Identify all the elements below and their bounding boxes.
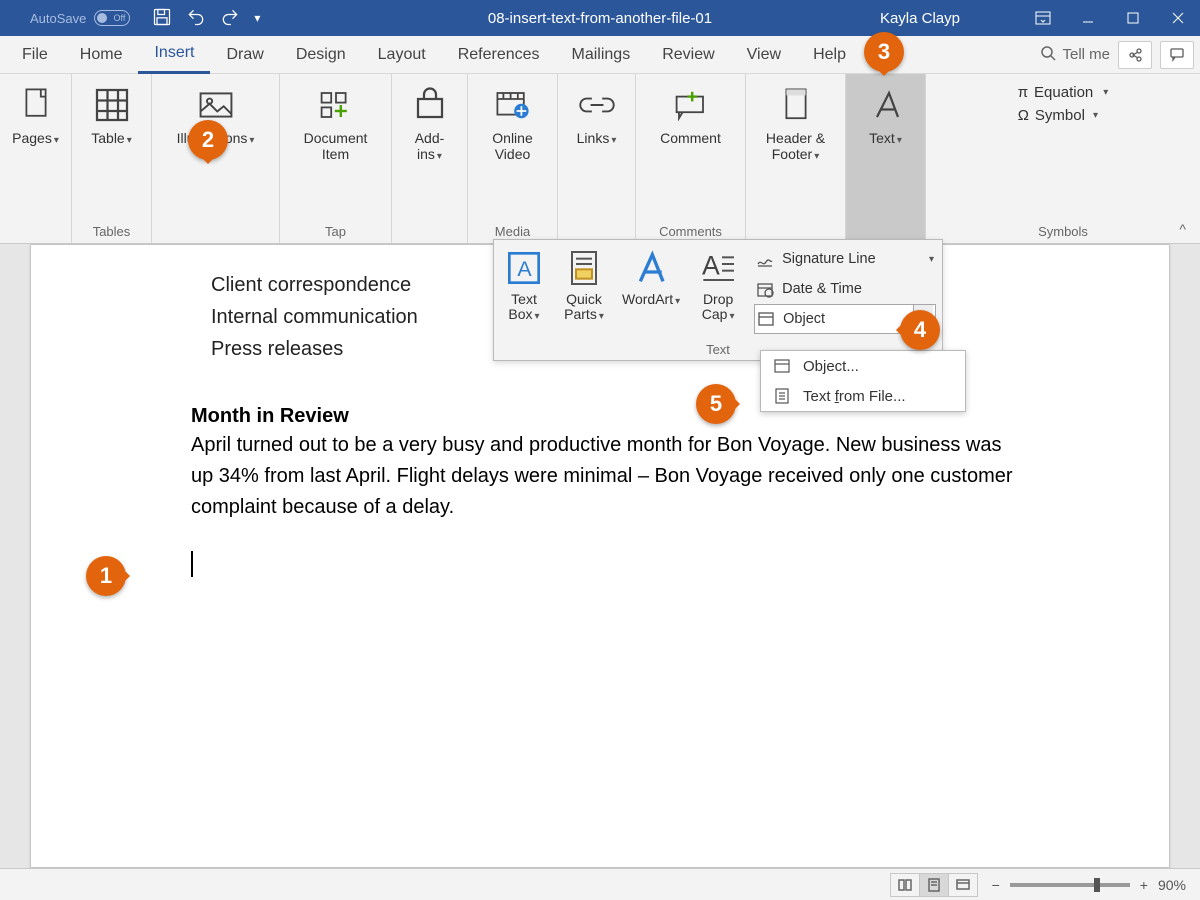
tab-view[interactable]: View bbox=[731, 36, 797, 74]
header-footer-icon bbox=[776, 84, 816, 126]
page-icon bbox=[16, 84, 56, 126]
redo-icon[interactable] bbox=[220, 7, 240, 30]
ribbon-insert: Pages Table Tables Illustrations Documen… bbox=[0, 74, 1200, 244]
equation-icon: π bbox=[1018, 84, 1028, 101]
document-title: 08-insert-text-from-another-file-01 bbox=[488, 10, 712, 27]
read-mode-icon[interactable] bbox=[890, 873, 920, 897]
zoom-out-icon[interactable]: − bbox=[992, 877, 1000, 893]
zoom-level[interactable]: 90% bbox=[1158, 877, 1186, 893]
menu-text-from-file[interactable]: Text from File... bbox=[761, 381, 965, 411]
menu-object[interactable]: Object... bbox=[761, 351, 965, 381]
video-icon bbox=[493, 84, 533, 126]
tab-draw[interactable]: Draw bbox=[210, 36, 279, 74]
zoom-in-icon[interactable]: + bbox=[1140, 877, 1148, 893]
link-icon bbox=[577, 84, 617, 126]
wordart-button[interactable]: WordArt bbox=[614, 240, 688, 338]
tab-home[interactable]: Home bbox=[64, 36, 139, 74]
addins-icon bbox=[410, 84, 450, 126]
close-icon[interactable] bbox=[1155, 0, 1200, 36]
doc-paragraph: April turned out to be a very busy and p… bbox=[191, 430, 1019, 523]
status-bar: − + 90% bbox=[0, 868, 1200, 900]
pages-button[interactable]: Pages bbox=[6, 80, 66, 151]
tab-references[interactable]: References bbox=[442, 36, 556, 74]
symbol-button[interactable]: ΩSymbol▾ bbox=[1018, 107, 1109, 124]
callout-3: 3 bbox=[864, 32, 904, 72]
tab-insert[interactable]: Insert bbox=[138, 36, 210, 74]
signature-line-button[interactable]: Signature Line▾ bbox=[754, 244, 936, 274]
window-controls bbox=[1020, 0, 1200, 36]
header-footer-button[interactable]: Header & Footer bbox=[760, 80, 831, 167]
pictures-icon bbox=[196, 84, 236, 126]
ribbon-tabs: File Home Insert Draw Design Layout Refe… bbox=[0, 36, 1200, 74]
tab-file[interactable]: File bbox=[6, 36, 64, 74]
autosave-switch[interactable]: Off bbox=[94, 10, 130, 26]
title-bar: AutoSave Off ▾ 08-insert-text-from-anoth… bbox=[0, 0, 1200, 36]
symbol-icon: Ω bbox=[1018, 107, 1029, 124]
view-buttons bbox=[891, 873, 978, 897]
svg-text:A: A bbox=[702, 251, 720, 281]
share-button[interactable] bbox=[1118, 41, 1152, 69]
text-dropdown-panel: A Text Box Quick Parts WordArt A Drop Ca… bbox=[493, 239, 943, 361]
comments-button[interactable] bbox=[1160, 41, 1194, 69]
comment-button[interactable]: Comment bbox=[654, 80, 727, 150]
document-item-button[interactable]: Document Item bbox=[298, 80, 374, 166]
callout-2: 2 bbox=[188, 120, 228, 160]
zoom-slider[interactable] bbox=[1010, 883, 1130, 887]
callout-1: 1 bbox=[86, 556, 126, 596]
object-submenu: Object... Text from File... bbox=[760, 350, 966, 412]
print-layout-icon[interactable] bbox=[919, 873, 949, 897]
maximize-icon[interactable] bbox=[1110, 0, 1155, 36]
table-button[interactable]: Table bbox=[82, 80, 142, 151]
svg-text:A: A bbox=[517, 257, 532, 281]
comment-icon bbox=[671, 84, 711, 126]
quickparts-icon bbox=[562, 246, 606, 290]
text-button[interactable]: Text bbox=[856, 80, 916, 151]
search-icon bbox=[1040, 45, 1056, 65]
text-cursor bbox=[191, 551, 193, 577]
group-tap: Tap bbox=[325, 219, 346, 243]
ribbon-options-icon[interactable] bbox=[1020, 0, 1065, 36]
callout-5: 5 bbox=[696, 384, 736, 424]
addins-button[interactable]: Add- ins bbox=[400, 80, 460, 167]
minimize-icon[interactable] bbox=[1065, 0, 1110, 36]
group-symbols: Symbols bbox=[1038, 219, 1088, 243]
document-item-icon bbox=[316, 84, 356, 126]
links-button[interactable]: Links bbox=[567, 80, 627, 151]
dropcap-button[interactable]: A Drop Cap bbox=[688, 240, 748, 338]
textbox-button[interactable]: A Text Box bbox=[494, 240, 554, 338]
undo-icon[interactable] bbox=[186, 7, 206, 30]
zoom-controls: − + 90% bbox=[992, 877, 1186, 893]
equation-button[interactable]: πEquation▾ bbox=[1018, 84, 1109, 101]
textbox-icon: A bbox=[502, 246, 546, 290]
dropcap-icon: A bbox=[696, 246, 740, 290]
collapse-ribbon-icon[interactable]: ^ bbox=[1179, 221, 1186, 237]
group-tables: Tables bbox=[93, 219, 131, 243]
tab-layout[interactable]: Layout bbox=[362, 36, 442, 74]
save-icon[interactable] bbox=[152, 7, 172, 30]
quickparts-button[interactable]: Quick Parts bbox=[554, 240, 614, 338]
autosave-toggle[interactable]: AutoSave Off bbox=[30, 10, 130, 26]
date-time-button[interactable]: Date & Time bbox=[754, 274, 936, 304]
callout-4: 4 bbox=[900, 310, 940, 350]
tell-me-search[interactable]: Tell me bbox=[1040, 45, 1110, 65]
web-layout-icon[interactable] bbox=[948, 873, 978, 897]
tab-design[interactable]: Design bbox=[280, 36, 362, 74]
tab-help[interactable]: Help bbox=[797, 36, 862, 74]
text-icon bbox=[866, 84, 906, 126]
table-icon bbox=[92, 84, 132, 126]
tab-review[interactable]: Review bbox=[646, 36, 730, 74]
user-name: Kayla Clayp bbox=[880, 10, 960, 27]
quick-access-toolbar: ▾ bbox=[152, 7, 260, 30]
tab-mailings[interactable]: Mailings bbox=[556, 36, 647, 74]
wordart-icon bbox=[629, 246, 673, 290]
qat-more-icon[interactable]: ▾ bbox=[254, 11, 260, 25]
autosave-label: AutoSave bbox=[30, 11, 86, 26]
online-video-button[interactable]: Online Video bbox=[483, 80, 543, 166]
